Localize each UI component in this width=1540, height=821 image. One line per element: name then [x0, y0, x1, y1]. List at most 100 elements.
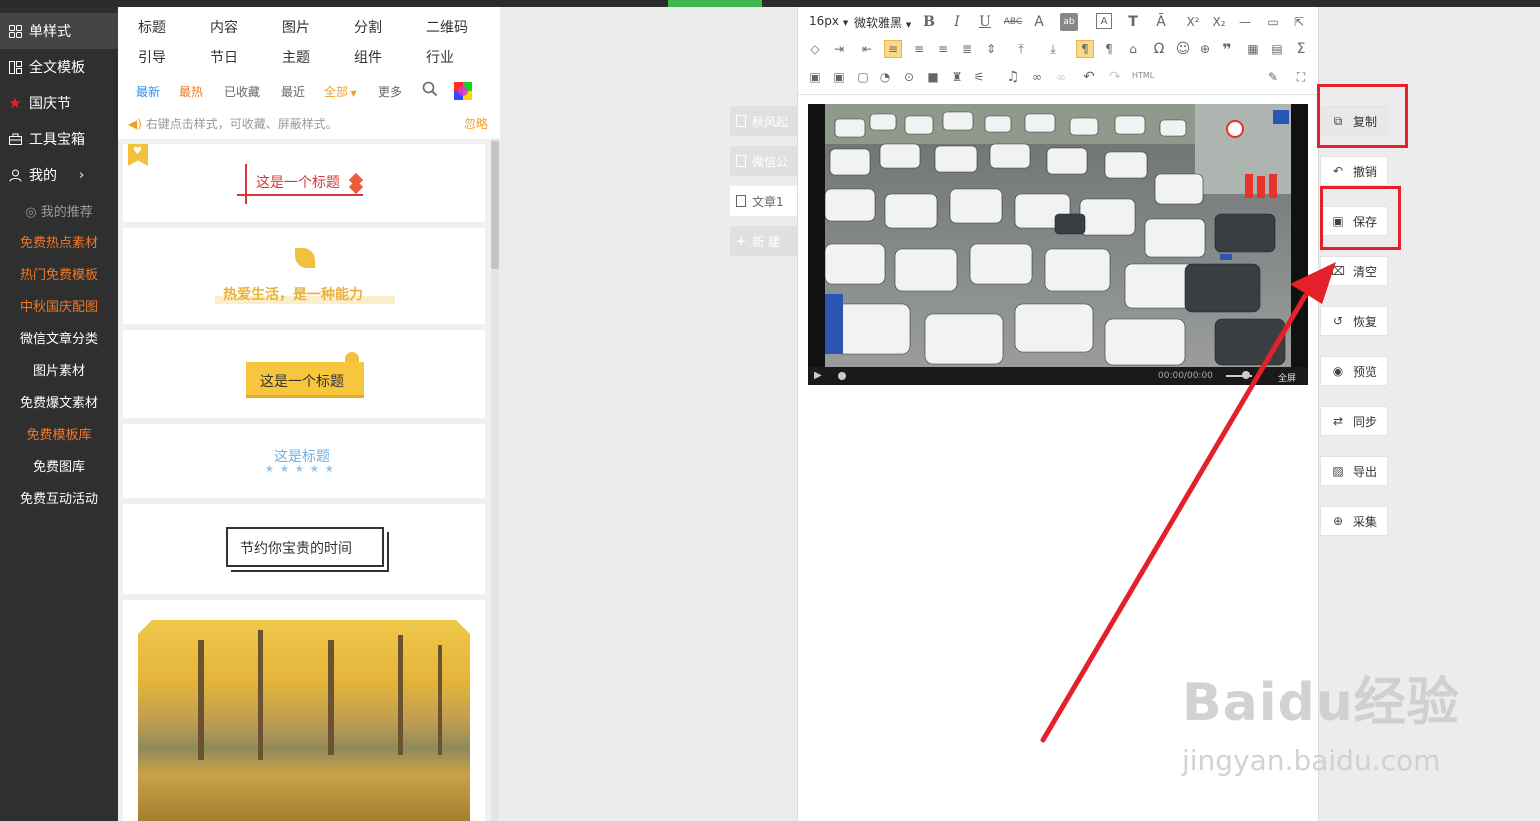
- doc-tab-2[interactable]: 微信公: [730, 146, 798, 176]
- nav-item-single-style[interactable]: 单样式: [0, 13, 118, 49]
- video-fullscreen-button[interactable]: 全屏: [1278, 371, 1296, 384]
- style-card-2[interactable]: 热爱生活，是一种能力: [123, 228, 485, 324]
- font-color-icon[interactable]: A: [1030, 13, 1048, 31]
- template-icon[interactable]: ▤: [1268, 40, 1286, 58]
- link-icon[interactable]: ∞: [1028, 68, 1046, 86]
- preview-button[interactable]: ◉ 预览: [1320, 356, 1388, 386]
- border-text-icon[interactable]: A: [1096, 13, 1112, 29]
- format-painter-icon[interactable]: ⌂: [1124, 40, 1142, 58]
- style-card-5[interactable]: 节约你宝贵的时间: [123, 504, 485, 594]
- align-center-icon[interactable]: ≡: [910, 40, 928, 58]
- font-family-select[interactable]: 微软雅黑 ▼: [854, 14, 911, 31]
- filter-newest[interactable]: 最新: [136, 83, 160, 100]
- nav-link-free-images[interactable]: 免费图库: [0, 456, 118, 475]
- align-justify-icon[interactable]: ≣: [958, 40, 976, 58]
- nav-item-toolbox[interactable]: 工具宝箱: [0, 121, 118, 157]
- nav-recommend[interactable]: ◎ 我的推荐: [0, 201, 118, 220]
- doc-tab-1[interactable]: 秋风起: [730, 106, 798, 136]
- style-card-1[interactable]: ♥ 这是一个标题: [123, 144, 485, 222]
- multi-image-icon[interactable]: ▣: [830, 68, 848, 86]
- align-left-icon[interactable]: ≡: [884, 40, 902, 58]
- video-player[interactable]: ▶ 00:00/00:00 全屏: [808, 104, 1308, 385]
- rtl-direction-icon[interactable]: ¶: [1100, 40, 1118, 58]
- external-link-icon[interactable]: ⇱: [1290, 13, 1308, 31]
- clear-button[interactable]: ⌧ 清空: [1320, 256, 1388, 286]
- category-theme[interactable]: 主题: [282, 47, 310, 67]
- category-divider[interactable]: 分割: [354, 17, 382, 37]
- nav-link-image-material[interactable]: 图片素材: [0, 360, 118, 379]
- category-guide[interactable]: 引导: [138, 47, 166, 67]
- style-card-6-image[interactable]: [123, 600, 485, 821]
- nav-link-interactive[interactable]: 免费互动活动: [0, 488, 118, 507]
- filter-recent[interactable]: 最近: [281, 83, 305, 100]
- text-shadow-icon[interactable]: T: [1124, 13, 1142, 31]
- italic-icon[interactable]: I: [948, 13, 966, 31]
- ignore-link[interactable]: 忽略: [464, 115, 488, 132]
- nav-item-mine[interactable]: 我的 ›: [0, 157, 118, 193]
- category-festival[interactable]: 节日: [210, 47, 238, 67]
- scrollbar-thumb[interactable]: [491, 141, 499, 269]
- strikethrough-icon[interactable]: ABC: [1004, 13, 1022, 31]
- sync-button[interactable]: ⇄ 同步: [1320, 406, 1388, 436]
- nav-link-wechat-category[interactable]: 微信文章分类: [0, 328, 118, 347]
- special-char-icon[interactable]: Ω: [1150, 40, 1168, 58]
- emoji-icon[interactable]: ☺: [1174, 40, 1192, 58]
- scan-icon[interactable]: ◔: [876, 68, 894, 86]
- paragraph-spacing-bottom-icon[interactable]: ⤓: [1044, 40, 1062, 58]
- filter-hottest[interactable]: 最热: [179, 83, 203, 100]
- font-size-select[interactable]: 16px ▼: [809, 14, 848, 28]
- music-icon[interactable]: ♫: [1004, 68, 1022, 86]
- nav-link-template-library[interactable]: 免费模板库: [0, 424, 118, 443]
- highlight-icon[interactable]: ab: [1060, 13, 1078, 31]
- play-icon[interactable]: ▶: [814, 370, 822, 381]
- style-card-3[interactable]: 这是一个标题: [123, 330, 485, 418]
- category-image[interactable]: 图片: [282, 17, 310, 37]
- superscript-icon[interactable]: X²: [1184, 13, 1202, 31]
- outdent-icon[interactable]: ⇤: [858, 40, 876, 58]
- page-icon[interactable]: ▭: [1264, 13, 1282, 31]
- category-content[interactable]: 内容: [210, 17, 238, 37]
- nav-link-hot-template[interactable]: 热门免费模板: [0, 264, 118, 283]
- undo-icon[interactable]: ↶: [1080, 68, 1098, 86]
- magic-wand-icon[interactable]: ⚟: [970, 68, 988, 86]
- line-height-icon[interactable]: ⇕: [982, 40, 1000, 58]
- table-icon[interactable]: ▦: [1244, 40, 1262, 58]
- map-pin-icon[interactable]: ⊙: [900, 68, 918, 86]
- nav-item-national-day[interactable]: ★ 国庆节: [0, 85, 118, 121]
- undo-button[interactable]: ↶ 撤销: [1320, 156, 1388, 186]
- filter-more[interactable]: 更多: [378, 83, 402, 100]
- nav-link-hot-material[interactable]: 免费热点素材: [0, 232, 118, 251]
- subscript-icon[interactable]: X₂: [1210, 13, 1228, 31]
- volume-knob[interactable]: [1242, 371, 1250, 379]
- paragraph-spacing-top-icon[interactable]: ⤒: [1012, 40, 1030, 58]
- attachment-icon[interactable]: ♜: [948, 68, 966, 86]
- category-qrcode[interactable]: 二维码: [426, 17, 468, 37]
- letter-spacing-icon[interactable]: Ā: [1152, 13, 1170, 31]
- style-list-scrollbar[interactable]: [491, 139, 499, 821]
- filter-all-dropdown[interactable]: 全部 ▼: [324, 83, 357, 100]
- nav-link-viral-material[interactable]: 免费爆文素材: [0, 392, 118, 411]
- category-industry[interactable]: 行业: [426, 47, 454, 67]
- nav-item-full-template[interactable]: 全文模板: [0, 49, 118, 85]
- underline-icon[interactable]: U: [976, 13, 994, 31]
- redo-icon[interactable]: ↷: [1106, 68, 1124, 86]
- background-image-icon[interactable]: ▢: [854, 68, 872, 86]
- color-picker-icon[interactable]: [454, 82, 472, 103]
- html-source-button[interactable]: HTML: [1132, 71, 1154, 80]
- unlink-icon[interactable]: ∞: [1052, 68, 1070, 86]
- formula-icon[interactable]: Σ: [1292, 40, 1310, 58]
- category-component[interactable]: 组件: [354, 47, 382, 67]
- bold-icon[interactable]: B: [920, 13, 938, 31]
- collect-button[interactable]: ⊕ 采集: [1320, 506, 1388, 536]
- style-card-4[interactable]: 这是标题 ★★★★★: [123, 424, 485, 498]
- fullscreen-icon[interactable]: ⛶: [1292, 68, 1310, 86]
- new-doc-button[interactable]: + 新 建: [730, 226, 798, 256]
- horizontal-rule-icon[interactable]: —: [1236, 13, 1254, 31]
- blockquote-icon[interactable]: ❞: [1218, 40, 1236, 59]
- video-icon[interactable]: ■: [924, 68, 942, 86]
- find-replace-icon[interactable]: ⊕: [1196, 40, 1214, 58]
- export-button[interactable]: ▨ 导出: [1320, 456, 1388, 486]
- ltr-direction-icon[interactable]: ¶: [1076, 40, 1094, 58]
- edit-menu-icon[interactable]: ✎: [1264, 68, 1282, 86]
- eraser-icon[interactable]: ◇: [806, 40, 824, 58]
